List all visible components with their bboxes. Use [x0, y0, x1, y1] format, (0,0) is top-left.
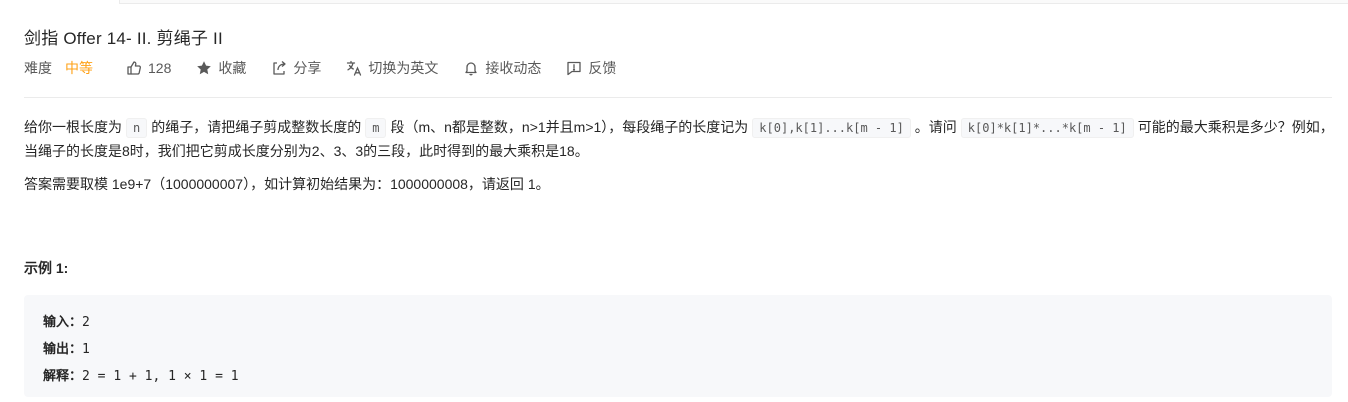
- favorite-button[interactable]: 收藏: [196, 58, 246, 78]
- inline-code-k-list: k[0],k[1]...k[m - 1]: [752, 118, 911, 138]
- bell-icon: [465, 62, 478, 76]
- feedback-button[interactable]: 反馈: [566, 58, 616, 78]
- output-value: 1: [82, 342, 90, 357]
- difficulty-badge: 中等: [65, 60, 93, 76]
- inline-code-k-product: k[0]*k[1]*...*k[m - 1]: [960, 118, 1134, 138]
- example-explain-row: 解释：2 = 1 + 1, 1 × 1 = 1: [43, 363, 1313, 390]
- explain-value: 2 = 1 + 1, 1 × 1 = 1: [82, 369, 239, 384]
- share-label: 分享: [293, 60, 322, 76]
- example-title: 示例 1:: [24, 260, 69, 276]
- example-output-row: 输出：1: [43, 336, 1313, 363]
- inline-code-n: n: [126, 118, 148, 138]
- switch-language-button[interactable]: 切换为英文: [346, 58, 438, 78]
- top-tab-strip: [119, 0, 1348, 4]
- share-button[interactable]: 分享: [271, 58, 321, 78]
- difficulty-label: 难度: [24, 60, 52, 76]
- description-paragraph-1: 给你一根长度为 n 的绳子，请把绳子剪成整数长度的 m 段（m、n都是整数，n>1并且m…: [24, 118, 1334, 159]
- example-code-block: 输入：2 输出：1 解释：2 = 1 + 1, 1 × 1 = 1: [24, 295, 1332, 397]
- inline-code-m: m: [365, 118, 387, 138]
- header-divider: [24, 97, 1332, 98]
- input-label: 输入：: [43, 314, 83, 329]
- output-label: 输出：: [43, 341, 83, 356]
- share-icon: [273, 61, 287, 75]
- notify-label: 接收动态: [485, 60, 542, 76]
- like-button[interactable]: 128: [126, 60, 171, 76]
- feedback-icon: [567, 61, 582, 76]
- problem-title: 剑指 Offer 14- II. 剪绳子 II: [24, 29, 223, 48]
- favorite-label: 收藏: [218, 60, 247, 76]
- feedback-label: 反馈: [588, 60, 617, 76]
- like-count: 128: [148, 60, 172, 76]
- switch-language-label: 切换为英文: [368, 60, 439, 76]
- notify-button[interactable]: 接收动态: [463, 58, 541, 78]
- translate-icon: [347, 60, 362, 76]
- example-input-row: 输入：2: [43, 309, 1313, 336]
- explain-label: 解释：: [43, 368, 83, 383]
- problem-meta-bar: 难度 中等 128 收藏 分享 切换为英文 接收动态 反馈: [24, 58, 641, 78]
- input-value: 2: [82, 315, 90, 330]
- description-paragraph-2: 答案需要取模 1e9+7（1000000007），如计算初始结果为：100000…: [24, 176, 550, 192]
- problem-description: 给你一根长度为 n 的绳子，请把绳子剪成整数长度的 m 段（m、n都是整数，n>1并且m…: [24, 116, 1334, 206]
- star-icon: [197, 61, 212, 75]
- thumbs-up-icon: [127, 61, 141, 75]
